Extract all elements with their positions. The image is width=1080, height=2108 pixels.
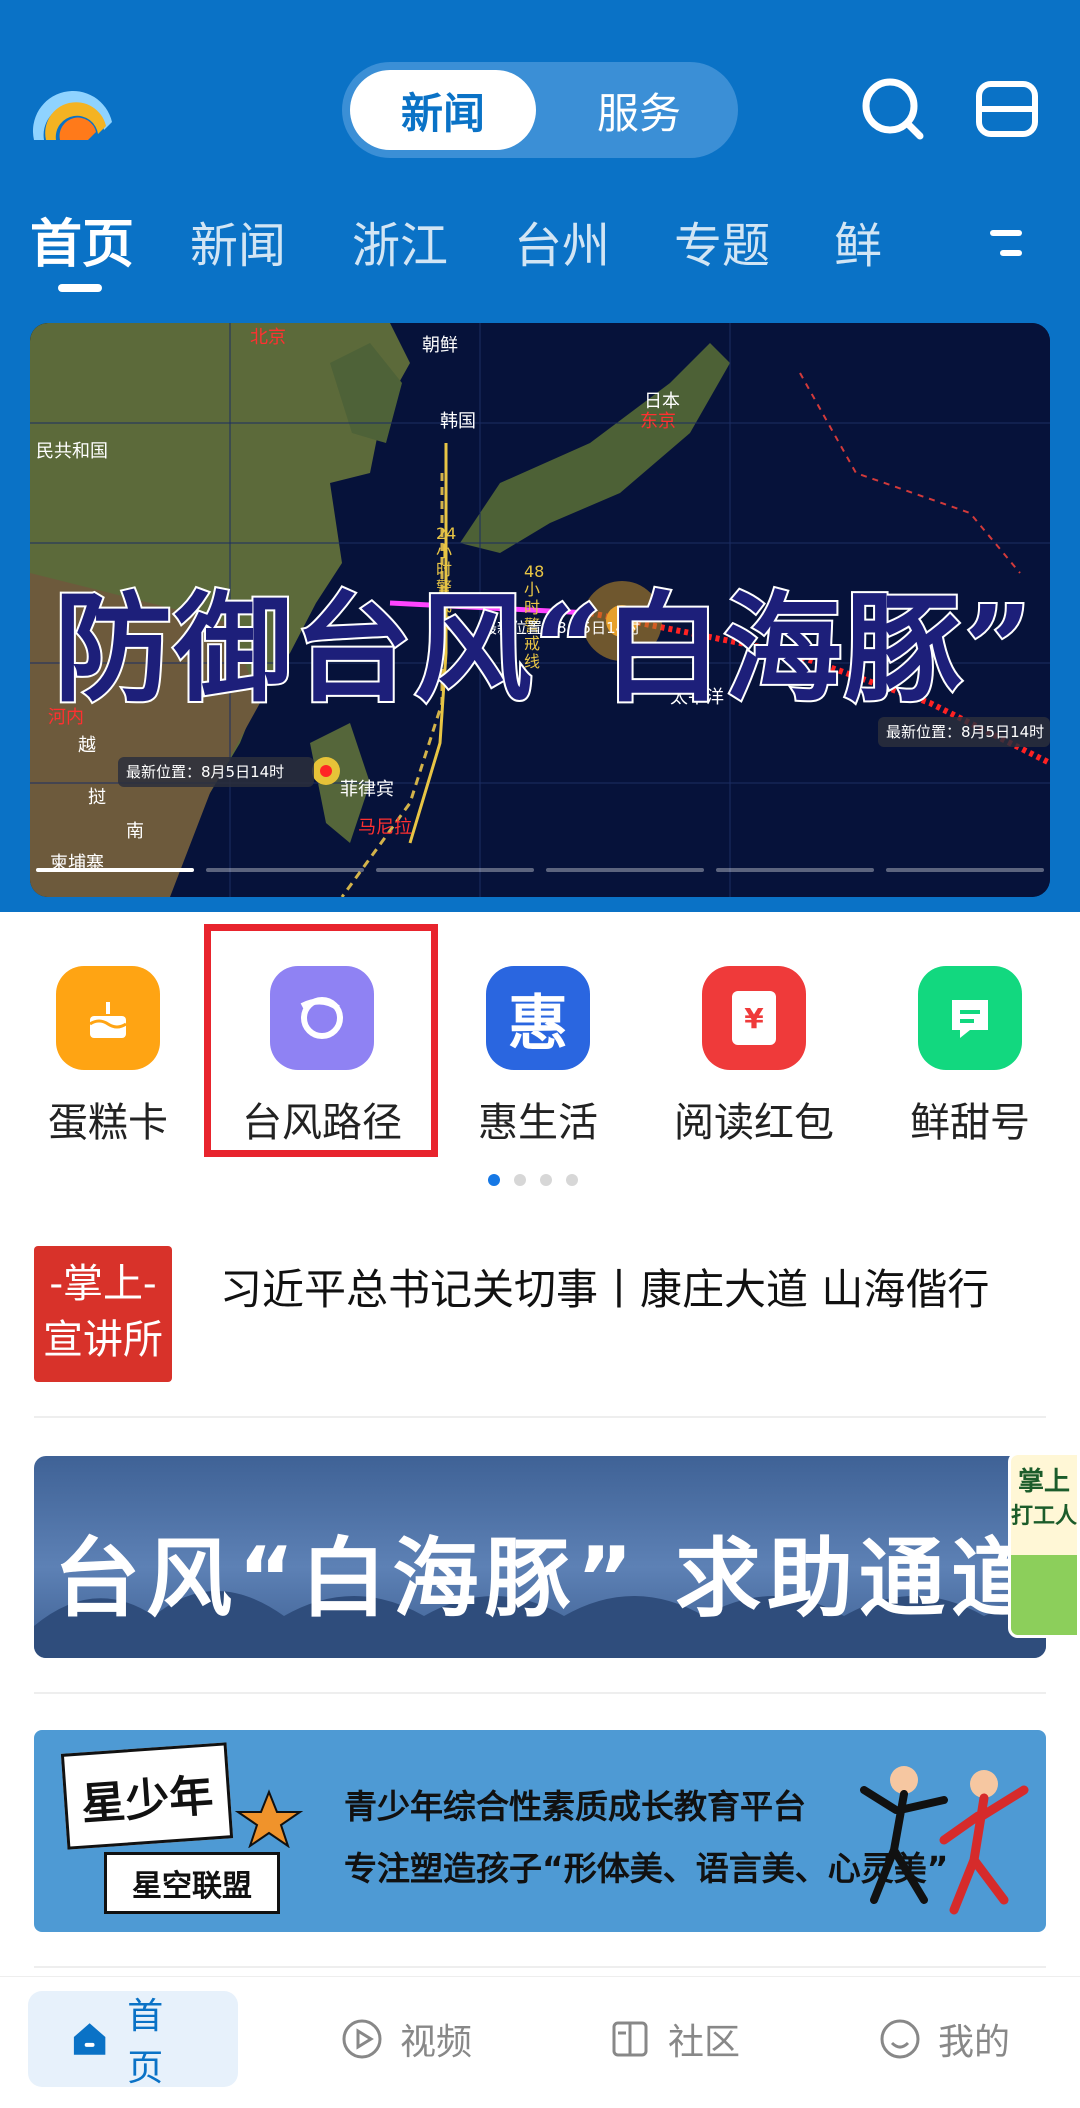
dancers-illustration [860, 1766, 1029, 1915]
banner-progress-segment [206, 868, 364, 872]
map-label: 南 [126, 821, 144, 842]
red-envelope-icon: ¥ [702, 966, 806, 1070]
quick-link-label: 鲜甜号 [910, 1100, 1030, 1146]
message-icon [918, 966, 1022, 1070]
yuan-glyph: ¥ [732, 991, 776, 1045]
menu-icon[interactable] [974, 76, 1040, 142]
quick-links-pager [488, 1174, 578, 1186]
bottom-navigation: 首页 视频 社区 我的 [0, 1976, 1080, 2108]
ad-line-1: 青少年综合性素质成长教育平台 [344, 1787, 806, 1826]
float-ad-line: 掌上 [1017, 1467, 1070, 1497]
banner-progress-segment [376, 868, 534, 872]
video-icon [342, 2019, 382, 2059]
quick-link-label: 阅读红包 [674, 1100, 834, 1146]
tab-zhejiang[interactable]: 浙江 [352, 206, 448, 276]
floating-ad[interactable]: 掌上 打工人 [1008, 1452, 1080, 1638]
profile-icon [880, 2019, 920, 2059]
tab-taizhou[interactable]: 台州 [514, 206, 610, 276]
quick-link-read-red-packet[interactable]: ¥ 阅读红包 [654, 966, 854, 1148]
news-service-switch[interactable]: 新闻 服务 [342, 62, 738, 158]
quick-link-xiantian[interactable]: 鲜甜号 [870, 966, 1070, 1148]
map-label: 菲律宾 [340, 779, 394, 800]
news-title: 习近平总书记关切事丨康庄大道 山海偕行 [220, 1265, 990, 1314]
banner-progress-segment [886, 868, 1044, 872]
tab-news[interactable]: 新闻 [190, 206, 286, 276]
home-icon [73, 2023, 106, 2055]
logo-text: 星空联盟 [104, 1852, 280, 1914]
pager-dot [514, 1174, 526, 1186]
thumb-line: -掌上- [49, 1261, 157, 1307]
search-icon[interactable] [860, 76, 926, 142]
promo-text: 台风“白海豚” 求助通道 [54, 1529, 1043, 1629]
pager-dot [566, 1174, 578, 1186]
hui-icon: 惠 [486, 966, 590, 1070]
nav-label: 我的 [938, 2022, 1011, 2063]
highlight-box [204, 924, 438, 1157]
divider [34, 1692, 1046, 1694]
nav-label: 首页 [127, 1996, 164, 2089]
channel-tabs: 首页 新闻 浙江 台州 专题 鲜 [0, 200, 1080, 292]
divider [34, 1966, 1046, 1968]
active-tab-indicator [58, 284, 102, 292]
banner-progress [36, 868, 1044, 872]
nav-label: 视频 [400, 2022, 473, 2063]
nav-label: 社区 [668, 2022, 741, 2063]
map-label: 东京 [640, 411, 676, 432]
tab-home[interactable]: 首页 [30, 202, 134, 277]
app-logo-icon[interactable] [30, 78, 116, 144]
nav-community[interactable]: 社区 [608, 1991, 740, 2087]
banner-progress-segment [36, 868, 194, 872]
thumb-line: 宣讲所 [43, 1317, 163, 1363]
quick-link-label: 惠生活 [478, 1100, 598, 1146]
quick-link-label: 蛋糕卡 [48, 1100, 168, 1146]
map-label: 韩国 [440, 411, 476, 432]
hero-banner[interactable]: 北京 朝鲜 韩国 日本 东京 民共和国 河内 越 挝 南 柬埔寨 菲律宾 马尼拉… [30, 323, 1050, 897]
nav-video[interactable]: 视频 [340, 1991, 472, 2087]
map-label: 北京 [250, 327, 286, 348]
map-label: 马尼拉 [358, 817, 412, 838]
star-icon [234, 1789, 304, 1848]
star-youth-logo: 星少年 星空联盟 [60, 1742, 324, 1918]
cake-icon [56, 966, 160, 1070]
map-label: 朝鲜 [422, 335, 458, 356]
float-ad-line: 打工人 [1011, 1504, 1078, 1529]
nav-profile[interactable]: 我的 [878, 1991, 1010, 2087]
banner-headline: 防御台风“白海豚” [52, 577, 1034, 720]
logo-text: 星少年 [60, 1742, 234, 1850]
quick-link-hui-life[interactable]: 惠 惠生活 [438, 966, 638, 1148]
news-item[interactable]: -掌上- 宣讲所 习近平总书记关切事丨康庄大道 山海偕行 [34, 1246, 1046, 1382]
float-ad-art [1011, 1555, 1077, 1635]
map-label: 最新位置：8月5日14时 [886, 723, 1045, 741]
map-label: 越 [78, 735, 96, 756]
map-label: 民共和国 [36, 441, 108, 462]
map-label: 挝 [88, 787, 106, 808]
segment-service[interactable]: 服务 [546, 70, 732, 150]
map-label: 最新位置：8月5日14时 [126, 763, 285, 781]
tab-topics[interactable]: 专题 [674, 206, 770, 276]
quick-link-cake-card[interactable]: 蛋糕卡 [8, 966, 208, 1148]
banner-progress-segment [716, 868, 874, 872]
divider [34, 1416, 1046, 1418]
pager-dot [540, 1174, 552, 1186]
hui-glyph: 惠 [508, 988, 568, 1059]
star-youth-ad-banner[interactable]: 星少年 星空联盟 青少年综合性素质成长教育平台 专注塑造孩子“形体美、语言美、心… [34, 1730, 1046, 1932]
banner-progress-segment [546, 868, 704, 872]
typhoon-help-banner[interactable]: 台风“白海豚” 求助通道 [34, 1456, 1046, 1658]
channel-more-icon[interactable] [986, 226, 1026, 260]
nav-home[interactable]: 首页 [28, 1991, 238, 2089]
community-icon [612, 2021, 648, 2057]
tab-xian[interactable]: 鲜 [834, 206, 882, 276]
segment-news[interactable]: 新闻 [350, 70, 536, 150]
news-thumbnail: -掌上- 宣讲所 [34, 1246, 172, 1382]
pager-dot [488, 1174, 500, 1186]
